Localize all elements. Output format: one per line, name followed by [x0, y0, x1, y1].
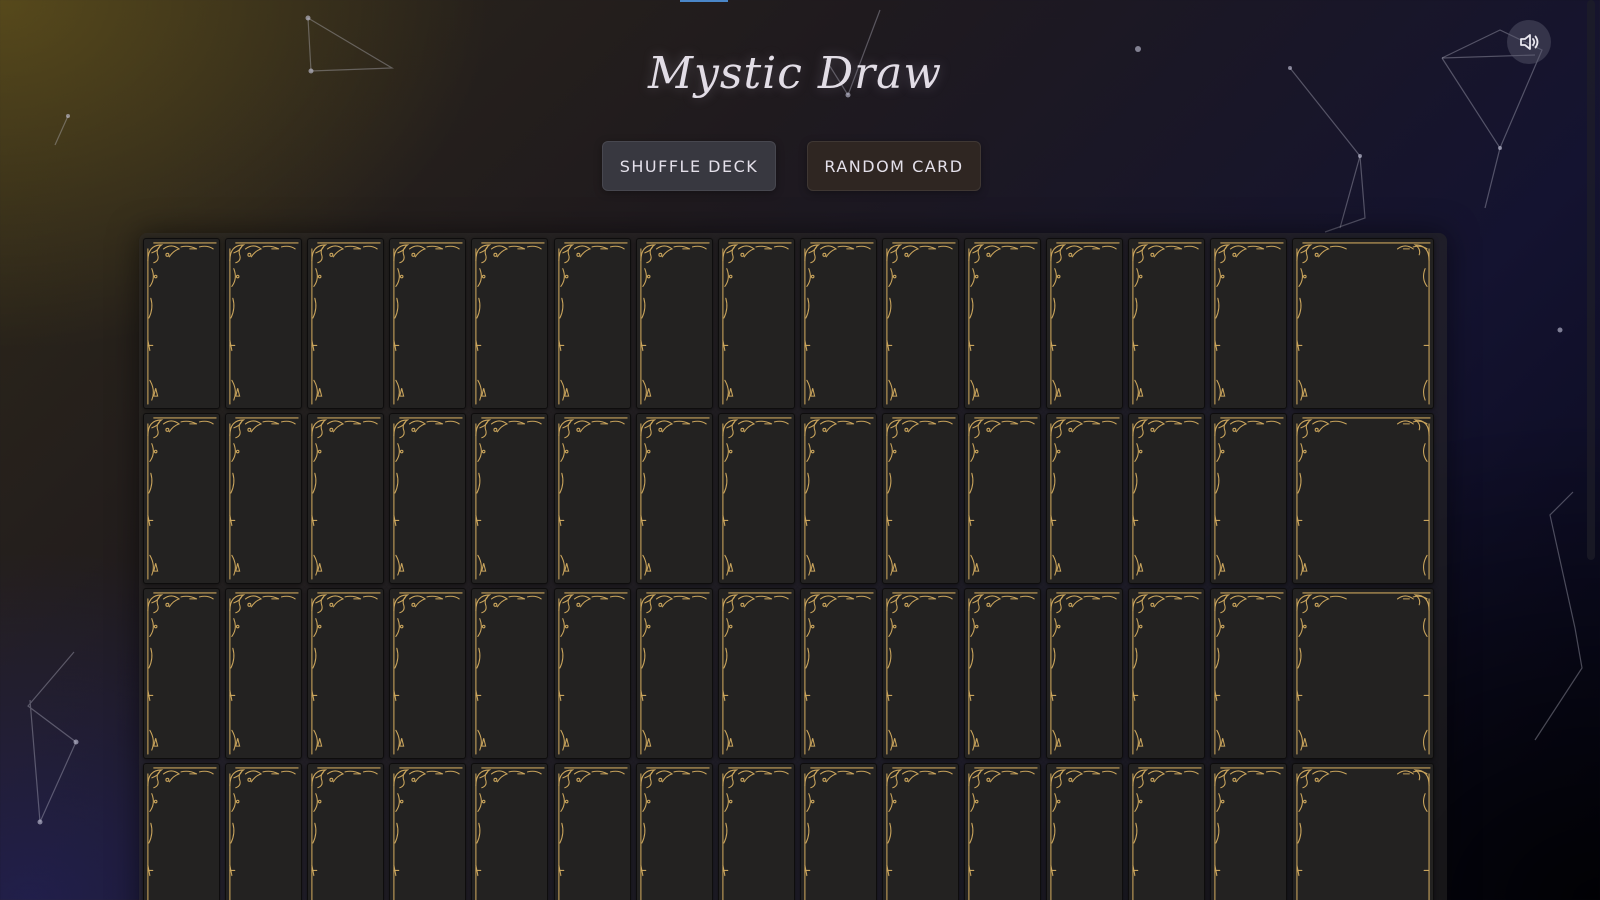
tarot-card[interactable]	[964, 588, 1041, 759]
tarot-card[interactable]	[307, 413, 385, 584]
tarot-card[interactable]	[1046, 413, 1124, 584]
tarot-card[interactable]	[389, 763, 467, 900]
tarot-card[interactable]	[717, 763, 795, 900]
tarot-card[interactable]	[389, 588, 467, 759]
tarot-card[interactable]	[225, 588, 303, 759]
tarot-card[interactable]	[471, 413, 549, 584]
card-row	[143, 413, 1443, 588]
tarot-card[interactable]	[225, 763, 303, 900]
random-card-button[interactable]: RANDOM CARD	[807, 141, 981, 191]
tarot-card[interactable]	[143, 588, 220, 759]
tarot-card[interactable]	[1292, 413, 1435, 584]
tarot-card[interactable]	[881, 413, 959, 584]
tarot-card[interactable]	[1128, 238, 1206, 409]
tarot-card[interactable]	[1292, 763, 1435, 900]
tarot-card[interactable]	[635, 763, 713, 900]
tarot-card[interactable]	[799, 413, 877, 584]
card-row	[143, 763, 1443, 900]
tarot-card[interactable]	[225, 413, 303, 584]
tarot-card[interactable]	[471, 238, 549, 409]
tarot-card[interactable]	[225, 238, 303, 409]
tarot-card[interactable]	[307, 588, 385, 759]
tarot-card[interactable]	[1210, 413, 1288, 584]
tarot-card[interactable]	[1046, 763, 1124, 900]
tarot-card[interactable]	[307, 763, 385, 900]
tarot-card[interactable]	[143, 763, 220, 900]
tarot-card[interactable]	[717, 238, 795, 409]
shuffle-deck-button[interactable]: SHUFFLE DECK	[602, 141, 776, 191]
tarot-card[interactable]	[389, 413, 467, 584]
tarot-card[interactable]	[881, 238, 959, 409]
tarot-card[interactable]	[553, 588, 631, 759]
tarot-card[interactable]	[1210, 763, 1288, 900]
tarot-card[interactable]	[1292, 588, 1435, 759]
tarot-card[interactable]	[553, 763, 631, 900]
tarot-card[interactable]	[553, 238, 631, 409]
tarot-card[interactable]	[1128, 413, 1206, 584]
tarot-card[interactable]	[471, 763, 549, 900]
scrollbar-thumb[interactable]	[1587, 0, 1595, 560]
tarot-card[interactable]	[1128, 763, 1206, 900]
tarot-card[interactable]	[964, 413, 1041, 584]
card-row	[143, 238, 1443, 413]
speaker-volume-icon	[1520, 34, 1539, 50]
tarot-card[interactable]	[799, 763, 877, 900]
tarot-card[interactable]	[881, 588, 959, 759]
tarot-card[interactable]	[964, 238, 1041, 409]
tarot-card[interactable]	[1128, 588, 1206, 759]
tarot-card[interactable]	[553, 413, 631, 584]
tarot-card[interactable]	[1292, 238, 1435, 409]
card-row	[143, 588, 1443, 763]
tarot-card[interactable]	[717, 588, 795, 759]
tarot-card[interactable]	[1210, 238, 1288, 409]
tarot-card[interactable]	[635, 588, 713, 759]
tarot-card[interactable]	[799, 588, 877, 759]
tarot-card[interactable]	[307, 238, 385, 409]
tarot-card[interactable]	[143, 238, 220, 409]
tarot-card[interactable]	[1210, 588, 1288, 759]
tarot-card[interactable]	[717, 413, 795, 584]
tarot-card[interactable]	[635, 238, 713, 409]
tarot-card[interactable]	[1046, 588, 1124, 759]
card-grid	[143, 238, 1443, 900]
page-title: Mystic Draw	[647, 48, 943, 99]
tarot-card[interactable]	[143, 413, 220, 584]
active-tab-indicator	[680, 0, 728, 2]
tarot-card[interactable]	[799, 238, 877, 409]
tarot-card[interactable]	[1046, 238, 1124, 409]
tarot-card[interactable]	[635, 413, 713, 584]
tarot-card[interactable]	[881, 763, 959, 900]
tarot-card[interactable]	[964, 763, 1041, 900]
sound-toggle-button[interactable]	[1507, 20, 1551, 64]
tarot-card[interactable]	[389, 238, 467, 409]
tarot-card[interactable]	[471, 588, 549, 759]
